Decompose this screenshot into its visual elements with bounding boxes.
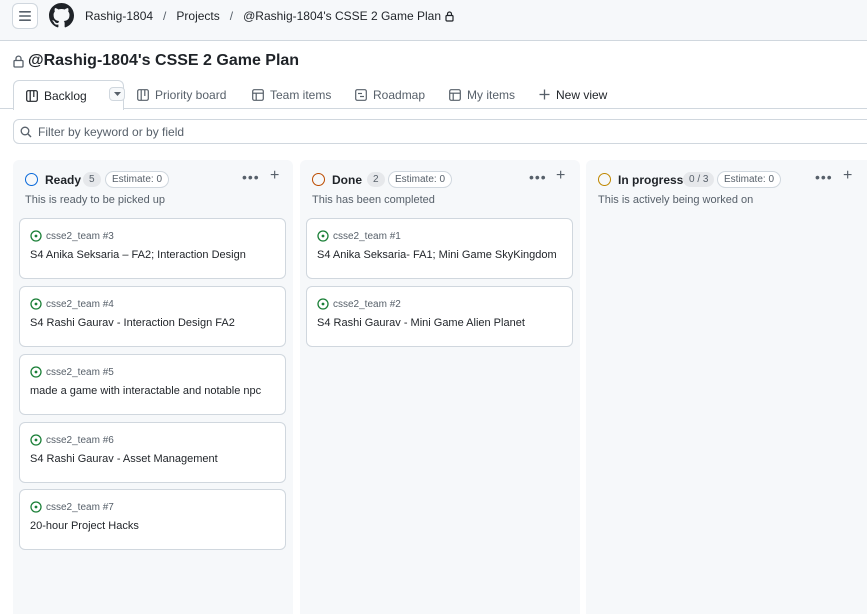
tab-priority-board[interactable]: Priority board <box>137 80 226 109</box>
column-description: This is actively being worked on <box>598 194 754 206</box>
issue-open-icon <box>30 501 42 513</box>
column-add-button[interactable]: + <box>270 167 279 185</box>
board-column-ready: Ready 5 Estimate: 0 ••• + This is ready … <box>13 160 293 614</box>
plus-icon <box>539 89 550 100</box>
hamburger-icon <box>19 11 31 21</box>
tab-label: My items <box>467 87 515 102</box>
issue-card[interactable]: csse2_team #3 S4 Anika Seksaria – FA2; I… <box>19 218 286 279</box>
tab-roadmap[interactable]: Roadmap <box>355 80 425 109</box>
triangle-down-icon <box>113 92 121 96</box>
issue-ref: csse2_team #1 <box>333 230 401 242</box>
breadcrumb: Rashig-1804 / Projects / @Rashig-1804's … <box>85 9 454 23</box>
tab-label: Priority board <box>155 87 227 102</box>
column-description: This is ready to be picked up <box>25 194 166 206</box>
issue-card[interactable]: csse2_team #4 S4 Rashi Gaurav - Interact… <box>19 286 286 347</box>
issue-open-icon <box>317 230 329 242</box>
status-circle-icon <box>598 173 611 186</box>
tab-my-items[interactable]: My items <box>449 80 515 109</box>
breadcrumb-projects[interactable]: Projects <box>176 9 219 23</box>
github-logo-icon[interactable] <box>49 3 74 28</box>
issue-title[interactable]: S4 Rashi Gaurav - Mini Game Alien Planet <box>317 317 525 329</box>
new-view-button[interactable]: New view <box>539 80 607 109</box>
issue-open-icon <box>30 366 42 378</box>
search-icon <box>20 126 32 137</box>
column-header: Ready 5 Estimate: 0 ••• + <box>13 160 293 190</box>
column-add-button[interactable]: + <box>843 167 852 185</box>
issue-title[interactable]: 20-hour Project Hacks <box>30 520 139 532</box>
issue-card[interactable]: csse2_team #7 20-hour Project Hacks <box>19 489 286 550</box>
column-header: Done 2 Estimate: 0 ••• + <box>300 160 580 190</box>
top-header: Rashig-1804 / Projects / @Rashig-1804's … <box>0 0 867 41</box>
filter-input[interactable] <box>38 124 738 139</box>
estimate-badge: Estimate: 0 <box>105 171 170 188</box>
issue-title[interactable]: S4 Anika Seksaria- FA1; Mini Game SkyKin… <box>317 249 557 261</box>
item-count-badge: 0 / 3 <box>683 172 715 187</box>
menu-button[interactable] <box>12 3 38 29</box>
lock-icon <box>445 10 454 22</box>
view-tabs: Backlog Priority board Team items Roadma… <box>0 80 867 110</box>
column-name: Ready <box>45 173 82 187</box>
issue-ref: csse2_team #6 <box>46 434 114 446</box>
column-add-button[interactable]: + <box>556 167 565 185</box>
board-column-in-progress: In progress 0 / 3 Estimate: 0 ••• + This… <box>586 160 867 614</box>
issue-open-icon <box>30 298 42 310</box>
board-icon <box>137 88 149 101</box>
status-circle-icon <box>25 173 38 186</box>
issue-card[interactable]: csse2_team #6 S4 Rashi Gaurav - Asset Ma… <box>19 422 286 483</box>
column-name: In progress <box>618 173 684 187</box>
issue-open-icon <box>30 434 42 446</box>
issue-card[interactable]: csse2_team #1 S4 Anika Seksaria- FA1; Mi… <box>306 218 573 279</box>
column-header: In progress 0 / 3 Estimate: 0 ••• + <box>586 160 867 190</box>
tab-backlog[interactable]: Backlog <box>13 80 125 110</box>
breadcrumb-project[interactable]: @Rashig-1804's CSSE 2 Game Plan <box>243 9 441 23</box>
tab-label: Team items <box>270 87 332 102</box>
issue-open-icon <box>30 230 42 242</box>
item-count-badge: 5 <box>83 172 101 187</box>
estimate-badge: Estimate: 0 <box>717 171 782 188</box>
issue-ref: csse2_team #3 <box>46 230 114 242</box>
table-icon <box>252 88 264 101</box>
issue-title[interactable]: made a game with interactable and notabl… <box>30 385 261 397</box>
tab-label: Backlog <box>44 88 87 103</box>
board-icon <box>26 89 38 102</box>
roadmap-icon <box>355 88 367 101</box>
issue-open-icon <box>317 298 329 310</box>
issue-title[interactable]: S4 Rashi Gaurav - Interaction Design FA2 <box>30 317 235 329</box>
column-more-button[interactable]: ••• <box>242 169 260 185</box>
lock-icon <box>13 54 24 68</box>
view-options-button[interactable] <box>109 87 125 101</box>
table-icon <box>449 88 461 101</box>
column-more-button[interactable]: ••• <box>529 169 547 185</box>
project-title-row: @Rashig-1804's CSSE 2 Game Plan <box>13 52 299 70</box>
board-column-done: Done 2 Estimate: 0 ••• + This has been c… <box>300 160 580 614</box>
item-count-badge: 2 <box>367 172 385 187</box>
filter-bar[interactable] <box>13 119 867 144</box>
page-title: @Rashig-1804's CSSE 2 Game Plan <box>28 52 300 69</box>
column-description: This has been completed <box>312 194 435 206</box>
issue-card[interactable]: csse2_team #5 made a game with interacta… <box>19 354 286 415</box>
status-circle-icon <box>312 173 325 186</box>
breadcrumb-separator: / <box>229 9 234 23</box>
issue-ref: csse2_team #7 <box>46 501 114 513</box>
column-name: Done <box>332 173 362 187</box>
breadcrumb-separator: / <box>163 9 167 23</box>
tab-label: Roadmap <box>373 87 426 102</box>
breadcrumb-owner[interactable]: Rashig-1804 <box>85 9 153 23</box>
issue-ref: csse2_team #5 <box>46 366 114 378</box>
issue-ref: csse2_team #4 <box>46 298 114 310</box>
issue-title[interactable]: S4 Anika Seksaria – FA2; Interaction Des… <box>30 249 246 261</box>
tab-team-items[interactable]: Team items <box>252 80 331 109</box>
column-more-button[interactable]: ••• <box>815 169 833 185</box>
issue-card[interactable]: csse2_team #2 S4 Rashi Gaurav - Mini Gam… <box>306 286 573 347</box>
issue-title[interactable]: S4 Rashi Gaurav - Asset Management <box>30 453 218 465</box>
estimate-badge: Estimate: 0 <box>388 171 453 188</box>
issue-ref: csse2_team #2 <box>333 298 401 310</box>
new-view-label: New view <box>556 87 608 102</box>
